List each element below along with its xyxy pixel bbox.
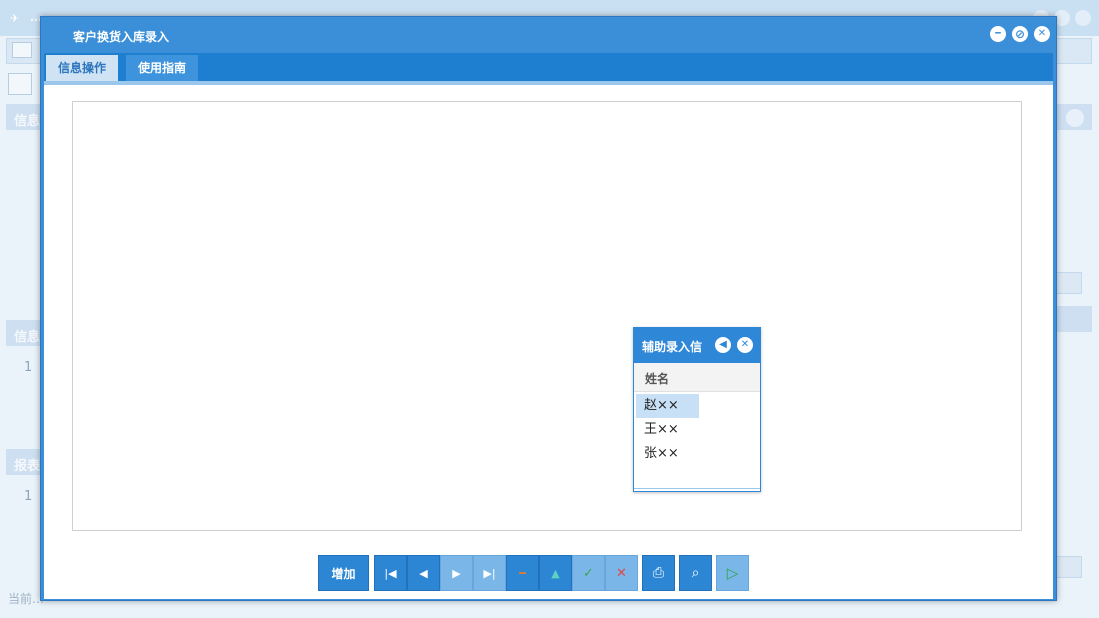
edit-button[interactable]: ▲ [539,555,572,591]
triangle-up-icon: ▲ [551,566,560,580]
minimize-icon[interactable] [990,26,1006,42]
first-record-button[interactable]: |◀ [374,555,407,591]
background-right-box [1056,556,1082,578]
tab-user-guide[interactable]: 使用指南 [126,55,199,81]
aux-popup-title: 辅助录入信 [642,340,703,354]
run-button[interactable]: ▷ [716,555,749,591]
dialog-title: 客户换货入库录入 [73,30,170,44]
name-column-header: 姓名 [645,372,670,386]
cross-icon: ✕ [616,565,627,581]
delete-button[interactable]: ━ [506,555,539,591]
last-record-button[interactable]: ▶| [473,555,506,591]
row-number: 1 [24,489,33,504]
content-frame [72,101,1022,531]
preview-icon: ⌕ [691,565,700,581]
aux-column-header: 姓名 [634,363,760,392]
preview-button[interactable]: ⌕ [679,555,712,591]
add-button[interactable]: 增加 [318,555,369,591]
close-icon[interactable]: ✕ [737,337,753,353]
prev-record-button[interactable]: ◀ [407,555,440,591]
next-record-icon: ▶ [452,566,461,580]
background-panel-title: 报表 [14,459,41,474]
app-logo-icon: ✈ [10,12,20,25]
list-item[interactable]: 赵×× [636,394,699,418]
maximize-icon[interactable] [1012,26,1028,42]
aux-input-popup: 辅助录入信 ◀ ✕ 姓名 赵×× 王×× 张×× [633,327,761,492]
confirm-button[interactable]: ✓ [572,555,605,591]
window-icon [12,42,32,58]
close-icon [1075,10,1091,26]
minus-icon: ━ [519,566,526,580]
search-icon [8,73,32,95]
tab-bar: 信息操作 使用指南 [44,53,1053,81]
background-panel-title: 信息 [14,330,41,345]
row-number: 1 [24,360,33,375]
dialog-body: 增加 |◀ ◀ ▶ ▶| ━ ▲ ✓ ✕ ⎙ ⌕ ▷ [44,85,1053,599]
background-panel-header-right [1056,306,1092,332]
aux-popup-footer-line [634,488,760,489]
collapse-icon [1066,109,1084,127]
list-item[interactable]: 张×× [636,442,699,466]
prev-record-icon: ◀ [419,566,428,580]
dialog-window-controls [990,26,1050,42]
background-right-box [1056,272,1082,294]
customer-exchange-dialog: 客户换货入库录入 信息操作 使用指南 增加 |◀ ◀ ▶ ▶| ━ ▲ ✓ ✕ … [40,16,1057,601]
print-button[interactable]: ⎙ [642,555,675,591]
background-status-text: 当前… [8,592,45,606]
background-panel-title: 信息 [14,114,41,129]
close-icon[interactable] [1034,26,1050,42]
check-icon: ✓ [583,565,594,581]
tab-info-operation[interactable]: 信息操作 [46,55,119,81]
back-icon[interactable]: ◀ [715,337,731,353]
last-record-icon: ▶| [483,566,496,580]
play-icon: ▷ [726,563,739,582]
dialog-titlebar[interactable]: 客户换货入库录入 [41,17,1056,53]
cancel-button[interactable]: ✕ [605,555,638,591]
printer-icon: ⎙ [652,565,665,581]
list-item[interactable]: 王×× [636,418,699,442]
aux-popup-titlebar[interactable]: 辅助录入信 ◀ ✕ [634,328,760,363]
next-record-button[interactable]: ▶ [440,555,473,591]
first-record-icon: |◀ [384,566,397,580]
